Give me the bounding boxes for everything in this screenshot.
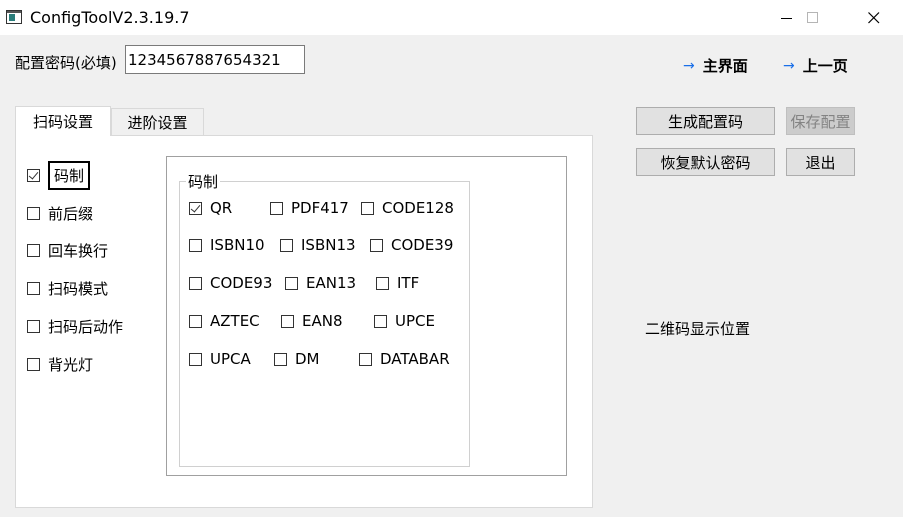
- checkbox[interactable]: [27, 207, 40, 220]
- maximize-icon: [807, 11, 818, 23]
- option-label: 背光灯: [48, 356, 94, 374]
- checkbox[interactable]: [189, 201, 202, 215]
- symbology-databar[interactable]: DATABAR: [359, 350, 450, 368]
- main-screen-label: 主界面: [702, 57, 748, 75]
- close-button[interactable]: [851, 0, 897, 35]
- option-symbology[interactable]: 码制: [27, 161, 91, 190]
- option-label: 扫码模式: [48, 280, 109, 298]
- symbology-upca[interactable]: UPCA: [189, 350, 251, 368]
- close-icon: [868, 11, 880, 23]
- checkbox[interactable]: [27, 282, 40, 295]
- maximize-button[interactable]: [790, 0, 836, 35]
- symbology-label: AZTEC: [210, 312, 260, 330]
- password-input[interactable]: [125, 45, 305, 74]
- checkbox[interactable]: [270, 201, 283, 215]
- tab-scan-settings[interactable]: 扫码设置: [15, 106, 111, 136]
- checkbox[interactable]: [281, 314, 294, 328]
- previous-page-label: 上一页: [802, 57, 848, 75]
- checkbox[interactable]: [361, 201, 374, 215]
- checkbox[interactable]: [374, 314, 387, 328]
- symbology-code128[interactable]: CODE128: [361, 199, 454, 217]
- checkbox[interactable]: [376, 276, 389, 290]
- option-backlight[interactable]: 背光灯: [27, 354, 93, 375]
- option-label: 回车换行: [48, 242, 109, 260]
- option-enter-newline[interactable]: 回车换行: [27, 240, 108, 261]
- qr-display-placeholder: 二维码显示位置: [645, 320, 751, 338]
- password-label: 配置密码(必填): [15, 54, 117, 72]
- main-screen-link[interactable]: → 主界面: [683, 55, 748, 76]
- symbology-ean13[interactable]: EAN13: [285, 274, 356, 292]
- option-label: 前后缀: [48, 205, 94, 223]
- checkbox[interactable]: [189, 352, 202, 366]
- option-scan-mode[interactable]: 扫码模式: [27, 278, 108, 299]
- symbology-label: CODE93: [210, 274, 273, 292]
- symbology-code93[interactable]: CODE93: [189, 274, 272, 292]
- symbology-pdf417[interactable]: PDF417: [270, 199, 349, 217]
- arrow-right-icon: →: [683, 57, 695, 74]
- symbology-code39[interactable]: CODE39: [370, 236, 453, 254]
- symbology-label: CODE128: [382, 199, 454, 217]
- checkbox[interactable]: [189, 314, 202, 328]
- generate-config-code-button[interactable]: 生成配置码: [636, 107, 775, 135]
- groupbox-title: 码制: [186, 171, 221, 192]
- symbology-label: UPCA: [210, 350, 251, 368]
- symbology-label: ISBN10: [210, 236, 265, 254]
- symbology-label: UPCE: [395, 312, 435, 330]
- symbology-label: DATABAR: [380, 350, 450, 368]
- app-icon: [6, 10, 22, 24]
- exit-button[interactable]: 退出: [786, 148, 855, 176]
- save-config-button[interactable]: 保存配置: [786, 107, 855, 135]
- checkbox[interactable]: [27, 358, 40, 371]
- symbology-isbn10[interactable]: ISBN10: [189, 236, 265, 254]
- checkbox[interactable]: [274, 352, 287, 366]
- symbology-qr[interactable]: QR: [189, 199, 232, 217]
- symbology-label: DM: [295, 350, 320, 368]
- option-post-scan-action[interactable]: 扫码后动作: [27, 316, 123, 337]
- symbology-aztec[interactable]: AZTEC: [189, 312, 260, 330]
- tab-advanced-settings[interactable]: 进阶设置: [111, 108, 204, 135]
- checkbox[interactable]: [189, 276, 202, 290]
- symbology-ean8[interactable]: EAN8: [281, 312, 343, 330]
- symbology-label: ITF: [397, 274, 420, 292]
- checkbox[interactable]: [27, 244, 40, 257]
- window-title: ConfigToolV2.3.19.7: [30, 8, 190, 27]
- arrow-right-icon: →: [783, 57, 795, 74]
- checkbox[interactable]: [27, 320, 40, 333]
- symbology-label: CODE39: [391, 236, 454, 254]
- symbology-label: ISBN13: [301, 236, 356, 254]
- symbology-label: PDF417: [291, 199, 349, 217]
- option-label: 码制: [48, 161, 91, 190]
- symbology-label: QR: [210, 199, 233, 217]
- checkbox[interactable]: [27, 169, 40, 182]
- restore-default-password-button[interactable]: 恢复默认密码: [636, 148, 775, 176]
- checkbox[interactable]: [280, 238, 293, 252]
- symbology-isbn13[interactable]: ISBN13: [280, 236, 356, 254]
- checkbox[interactable]: [370, 238, 383, 252]
- checkbox[interactable]: [189, 238, 202, 252]
- option-label: 扫码后动作: [48, 318, 124, 336]
- checkbox[interactable]: [285, 276, 298, 290]
- previous-page-link[interactable]: → 上一页: [783, 55, 848, 76]
- symbology-upce[interactable]: UPCE: [374, 312, 435, 330]
- symbology-label: EAN13: [306, 274, 357, 292]
- symbology-dm[interactable]: DM: [274, 350, 320, 368]
- symbology-label: EAN8: [302, 312, 343, 330]
- checkbox[interactable]: [359, 352, 372, 366]
- option-prefix-suffix[interactable]: 前后缀: [27, 203, 93, 224]
- symbology-itf[interactable]: ITF: [376, 274, 419, 292]
